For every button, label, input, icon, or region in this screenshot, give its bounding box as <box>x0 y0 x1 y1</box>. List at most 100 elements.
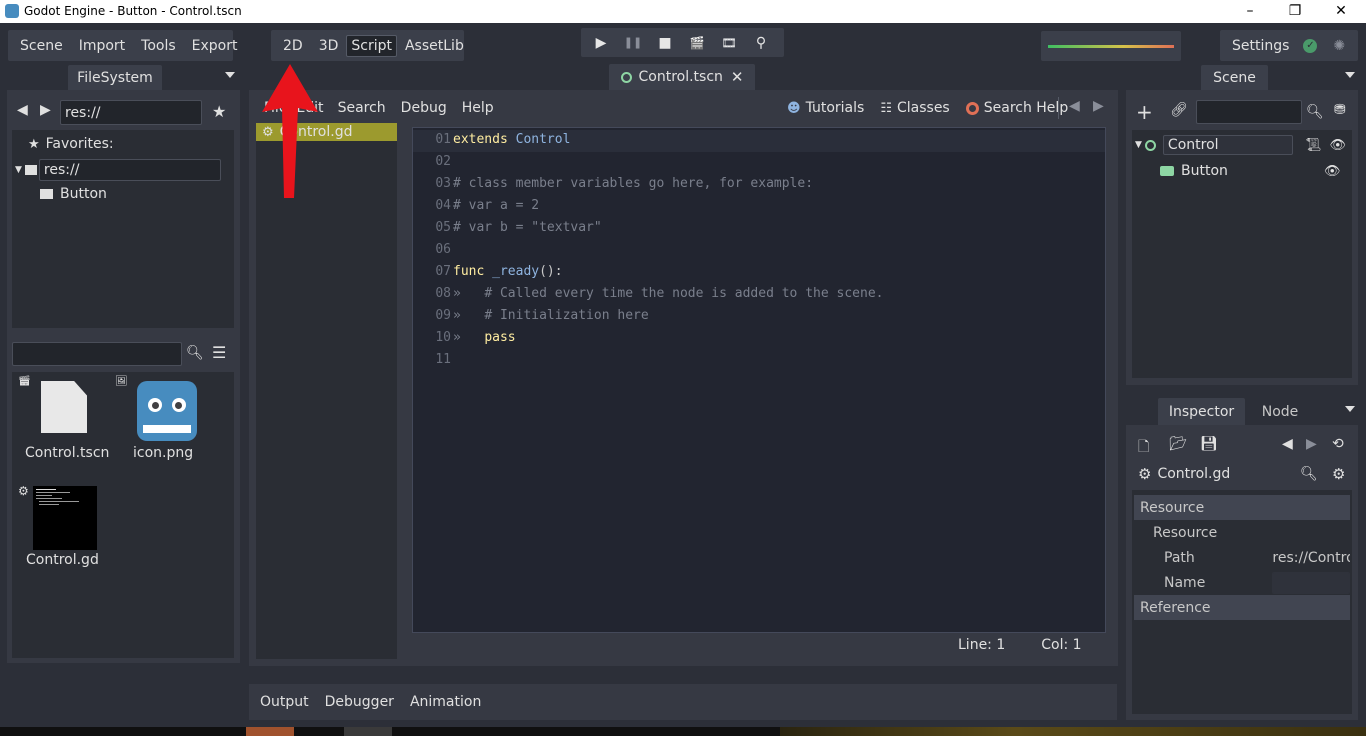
save-icon[interactable]: 💾︎ <box>1200 436 1218 452</box>
property-path-value[interactable]: res://Contro <box>1272 550 1350 566</box>
red-arrow-annotation <box>262 64 318 198</box>
play-custom-scene-icon[interactable]: 🎞 <box>713 30 745 56</box>
menu-scene[interactable]: Scene <box>8 38 71 54</box>
dock-menu-icon[interactable] <box>1345 72 1355 78</box>
file-item-icon-png[interactable]: 🖼︎ icon.png <box>115 376 205 464</box>
prev-script-icon[interactable]: ◀ <box>1069 98 1080 114</box>
workspace-assetlib[interactable]: AssetLib <box>397 38 472 54</box>
code-token: pass <box>484 330 516 345</box>
section-resource[interactable]: Resource <box>1134 495 1350 520</box>
path-field[interactable]: res:// <box>60 100 202 125</box>
tab-inspector[interactable]: Inspector <box>1158 398 1245 425</box>
scene-node-control[interactable]: ▼ Control 📜︎ 👁︎ <box>1135 134 1349 156</box>
tutorials-link[interactable]: Tutorials <box>806 100 865 116</box>
property-name-value[interactable] <box>1272 571 1350 594</box>
property-name: Name <box>1134 570 1350 595</box>
back-icon[interactable]: ◀ <box>17 102 28 118</box>
script-attached-icon[interactable]: 📜︎ <box>1305 138 1322 153</box>
node-label: Button <box>1181 163 1228 179</box>
workspace-2d[interactable]: 2D <box>271 38 311 54</box>
section-reference[interactable]: Reference <box>1134 595 1350 620</box>
history-icon[interactable]: ⟲ <box>1332 436 1344 452</box>
search-icon[interactable]: 🔍︎ <box>1300 466 1318 482</box>
visibility-eye-icon[interactable]: 👁︎ <box>1324 164 1341 179</box>
play-icon[interactable]: ▶ <box>585 30 617 56</box>
taskbar-item[interactable] <box>246 727 294 736</box>
tab-debugger[interactable]: Debugger <box>325 694 394 710</box>
menu-export[interactable]: Export <box>184 38 246 54</box>
restore-button[interactable]: ❐ <box>1272 1 1318 22</box>
object-settings-icon[interactable]: ⚙ <box>1332 465 1345 483</box>
code-line[interactable]: func _ready(): <box>453 264 563 279</box>
search-icon[interactable]: 🔍︎ <box>1306 104 1324 120</box>
settings-button[interactable]: Settings <box>1220 38 1297 54</box>
settings-group: Settings ✓ ✺ <box>1220 30 1358 61</box>
scene-node-button[interactable]: Button 👁︎ <box>1160 161 1349 181</box>
history-back-icon[interactable]: ◀ <box>1282 436 1293 452</box>
taskbar-item[interactable] <box>344 727 392 736</box>
code-token: » <box>453 308 485 323</box>
tree-item-root[interactable]: ▼ res:// <box>15 159 231 181</box>
pause-icon[interactable]: ❚❚ <box>617 30 649 56</box>
file-item-control-tscn[interactable]: 🎬︎ Control.tscn <box>18 376 110 464</box>
new-resource-icon[interactable]: 🗋︎ <box>1138 436 1149 460</box>
code-line[interactable]: # class member variables go here, for ex… <box>453 176 813 191</box>
link-icon[interactable]: 🔗︎ <box>1170 102 1188 118</box>
tab-output[interactable]: Output <box>260 694 309 710</box>
file-item-control-gd[interactable]: ⚙ Control.gd <box>18 484 108 572</box>
file-search-input[interactable] <box>12 342 182 366</box>
play-scene-icon[interactable]: 🎬 <box>681 30 713 56</box>
open-folder-icon[interactable]: 📂︎ <box>1169 436 1187 452</box>
subsection-resource[interactable]: Resource <box>1134 520 1350 545</box>
tab-filesystem[interactable]: FileSystem <box>68 65 162 90</box>
tab-animation[interactable]: Animation <box>410 694 481 710</box>
dock-menu-icon[interactable] <box>1345 406 1355 412</box>
script-menu-help[interactable]: Help <box>462 100 494 116</box>
run-controls: ▶ ❚❚ ■ 🎬 🎞 ⚲ <box>581 28 784 57</box>
menu-import[interactable]: Import <box>71 38 133 54</box>
workspace-script[interactable]: Script <box>346 34 397 57</box>
code-line[interactable]: » # Called every time the node is added … <box>453 286 883 301</box>
code-line[interactable]: extends Control <box>453 132 570 147</box>
script-menu-debug[interactable]: Debug <box>401 100 447 116</box>
menu-tools[interactable]: Tools <box>133 38 184 54</box>
tree-item-button-folder[interactable]: Button <box>40 186 107 202</box>
node-filter-input[interactable] <box>1196 100 1302 124</box>
scene-tab-control[interactable]: Control.tscn ✕ <box>609 64 755 90</box>
next-script-icon[interactable]: ▶ <box>1093 98 1104 114</box>
remote-debug-icon[interactable]: ⚲ <box>745 30 777 56</box>
favorite-star-icon[interactable]: ★ <box>212 102 226 121</box>
search-icon[interactable]: 🔍︎ <box>186 345 204 361</box>
expand-arrow-icon[interactable]: ▼ <box>1135 140 1142 150</box>
button-node-icon <box>1160 166 1174 176</box>
code-line[interactable]: # var a = 2 <box>453 198 539 213</box>
visibility-eye-icon[interactable]: 👁︎ <box>1329 138 1346 153</box>
script-menu-search[interactable]: Search <box>338 100 386 116</box>
tree-item-label: Button <box>60 186 107 202</box>
stop-icon[interactable]: ■ <box>649 30 681 56</box>
tab-node[interactable]: Node <box>1250 398 1310 425</box>
forward-icon[interactable]: ▶ <box>40 102 51 118</box>
tab-scene[interactable]: Scene <box>1201 65 1268 90</box>
workspace-3d[interactable]: 3D <box>311 38 347 54</box>
code-line[interactable]: » pass <box>453 330 516 345</box>
code-line[interactable]: # var b = "textvar" <box>453 220 602 235</box>
file-name: Control.tscn <box>25 445 110 461</box>
close-window-button[interactable]: ✕ <box>1318 1 1364 22</box>
close-tab-icon[interactable]: ✕ <box>731 68 744 86</box>
history-forward-icon[interactable]: ▶ <box>1306 436 1317 452</box>
add-node-icon[interactable]: + <box>1136 100 1153 124</box>
code-line[interactable]: » # Initialization here <box>453 308 649 323</box>
minimize-button[interactable]: – <box>1227 1 1273 22</box>
code-editor[interactable]: 01 extends Control 02 03 # class member vari… <box>412 127 1106 633</box>
search-help-link[interactable]: Search Help <box>984 100 1068 116</box>
dock-menu-icon[interactable] <box>225 72 235 78</box>
expand-arrow-icon[interactable]: ▼ <box>15 165 22 175</box>
list-view-icon[interactable]: ☰ <box>212 343 226 362</box>
instance-scene-icon[interactable]: ⛃ <box>1334 102 1346 118</box>
line-number: 02 <box>435 154 451 169</box>
update-ok-icon: ✓ <box>1303 38 1318 53</box>
scene-type-icon: 🎬︎ <box>18 376 31 387</box>
classes-link[interactable]: Classes <box>897 100 950 116</box>
